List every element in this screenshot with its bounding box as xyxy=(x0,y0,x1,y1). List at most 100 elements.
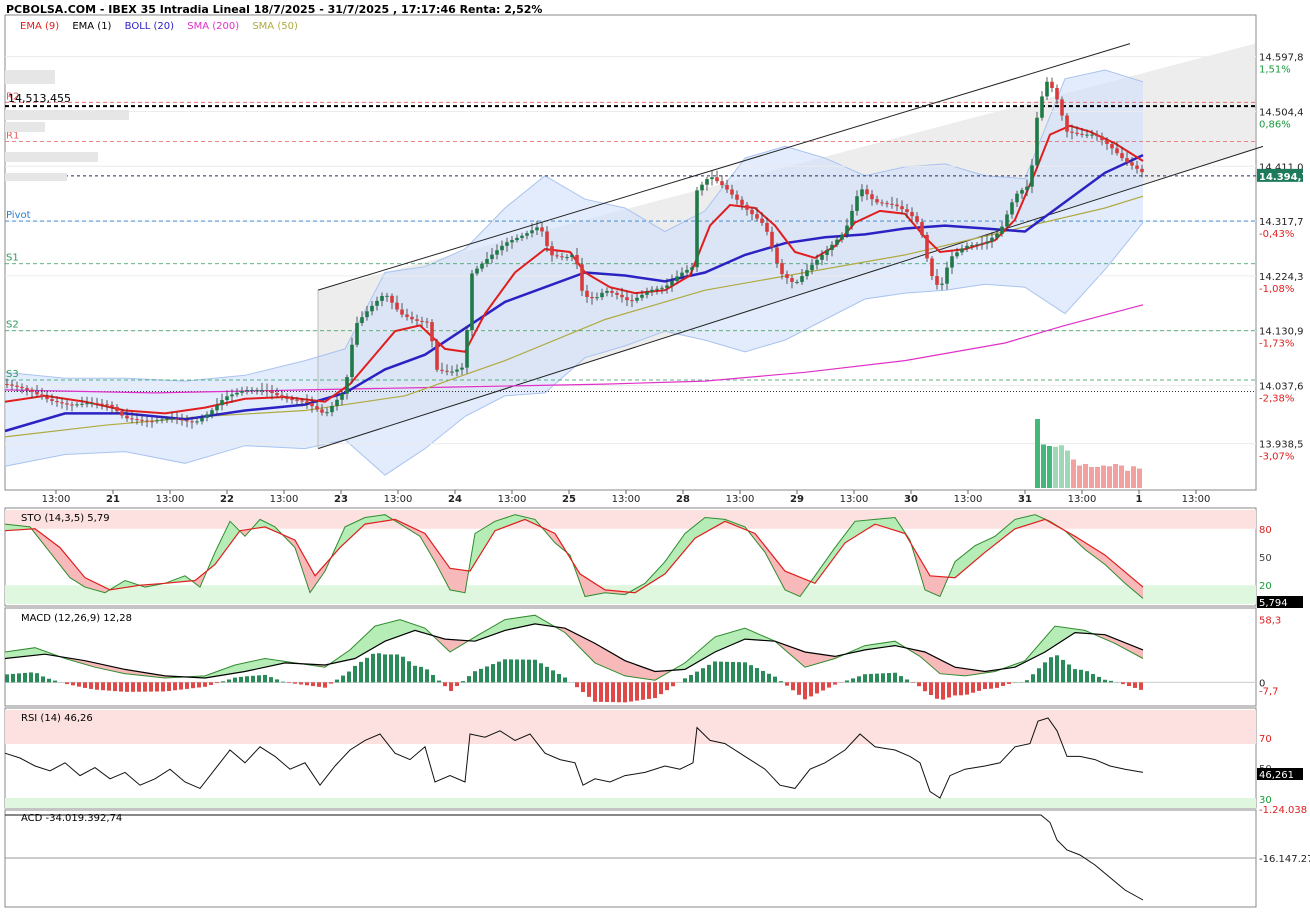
oscillator-fill xyxy=(251,661,253,671)
oscillator-fill xyxy=(939,576,941,597)
candle-body xyxy=(675,276,679,281)
oscillator-fill xyxy=(369,629,371,651)
oscillator-fill xyxy=(961,668,963,676)
volume-bar xyxy=(1059,445,1064,488)
oscillator-fill xyxy=(231,665,233,674)
macd-hist-bar xyxy=(515,659,519,683)
oscillator-fill xyxy=(449,566,451,591)
macd-hist-bar xyxy=(5,674,9,683)
oscillator-fill xyxy=(785,571,787,591)
volume-bar xyxy=(1041,444,1046,488)
oscillator-fill xyxy=(505,619,507,631)
volume-bar xyxy=(1095,467,1100,488)
macd-hist-bar xyxy=(833,682,837,685)
oscillator-fill xyxy=(593,582,595,595)
candle-body xyxy=(945,267,949,284)
oscillator-fill xyxy=(521,616,523,627)
oscillator-fill xyxy=(619,657,621,675)
oscillator-fill xyxy=(253,660,255,670)
pivot-label-s1: S1 xyxy=(6,253,19,264)
oscillator-fill xyxy=(379,624,381,645)
oscillator-fill xyxy=(739,629,741,642)
macd-hist-bar xyxy=(947,682,951,698)
macd-hist-bar xyxy=(461,681,465,683)
macd-hist-bar xyxy=(587,682,591,697)
oscillator-fill xyxy=(1031,515,1033,524)
macd-hist-bar xyxy=(797,682,801,695)
candle-body xyxy=(885,203,889,205)
candle-body xyxy=(905,209,909,213)
candle-body xyxy=(135,419,139,421)
candle-body xyxy=(245,389,249,392)
oscillator-fill xyxy=(823,654,825,663)
oscillator-fill xyxy=(643,667,645,679)
rsi-oversold-zone xyxy=(5,798,1256,808)
candle-body xyxy=(1090,134,1094,136)
oscillator-fill xyxy=(259,519,261,528)
candle-body xyxy=(735,194,739,200)
volume-bar xyxy=(1071,459,1076,488)
candle-body xyxy=(165,418,169,420)
macd-hist-bar xyxy=(95,682,99,690)
oscillator-fill xyxy=(503,517,505,528)
candle-body xyxy=(345,377,349,394)
macd-hist-bar xyxy=(1031,674,1035,683)
oscillator-fill xyxy=(641,666,643,679)
candle-body xyxy=(705,179,709,185)
oscillator-fill xyxy=(745,628,747,640)
oscillator-fill xyxy=(373,516,375,523)
oscillator-fill xyxy=(9,651,11,659)
macd-hist-bar xyxy=(173,682,177,691)
candle-body xyxy=(75,404,79,406)
oscillator-fill xyxy=(367,516,369,524)
macd-hist-bar xyxy=(521,659,525,683)
candle-body xyxy=(1065,115,1069,132)
sto-overbought-zone xyxy=(5,510,1256,529)
oscillator-fill xyxy=(479,529,481,557)
candle-body xyxy=(210,410,214,415)
candle-body xyxy=(10,384,14,386)
oscillator-fill xyxy=(709,517,711,531)
oscillator-fill xyxy=(1015,518,1017,529)
oscillator-fill xyxy=(629,662,631,677)
oscillator-fill xyxy=(261,658,263,669)
oscillator-fill xyxy=(725,633,727,648)
volume-bar xyxy=(1137,468,1142,488)
macd-hist-bar xyxy=(743,662,747,683)
oscillator-fill xyxy=(249,661,251,671)
macd-hist-bar xyxy=(221,681,225,683)
oscillator-fill xyxy=(407,622,409,634)
candle-body xyxy=(460,367,464,370)
oscillator-fill xyxy=(525,616,527,627)
oscillator-fill xyxy=(23,649,25,657)
oscillator-fill xyxy=(1049,630,1051,650)
volume-bar xyxy=(1119,465,1124,488)
oscillator-fill xyxy=(731,631,733,646)
macd-hist-bar xyxy=(281,681,285,683)
oscillator-fill xyxy=(791,573,793,594)
candle-body xyxy=(405,314,409,317)
oscillator-fill xyxy=(7,651,9,659)
macd-fill xyxy=(5,615,1143,681)
oscillator-fill xyxy=(1025,516,1027,526)
macd-hist-bar xyxy=(983,682,987,690)
blurred-legend-block xyxy=(5,70,55,84)
reference-level-label: 14,513,455 xyxy=(8,92,71,105)
oscillator-fill xyxy=(379,515,381,522)
candle-body xyxy=(575,254,579,265)
macd-hist-bar xyxy=(191,682,195,689)
macd-hist-bar xyxy=(35,673,39,683)
macd-hist-bar xyxy=(503,659,507,683)
candle-body xyxy=(1045,81,1049,97)
macd-hist-bar xyxy=(413,665,417,683)
oscillator-fill xyxy=(1027,516,1029,526)
oscillator-fill xyxy=(623,659,625,676)
oscillator-fill xyxy=(11,650,13,658)
macd-hist-bar xyxy=(881,673,885,683)
candle-body xyxy=(630,300,634,302)
oscillator-fill xyxy=(861,520,863,533)
macd-hist-bar xyxy=(65,682,69,685)
oscillator-fill xyxy=(815,653,817,665)
oscillator-fill xyxy=(1029,515,1031,525)
candle-body xyxy=(810,264,814,271)
